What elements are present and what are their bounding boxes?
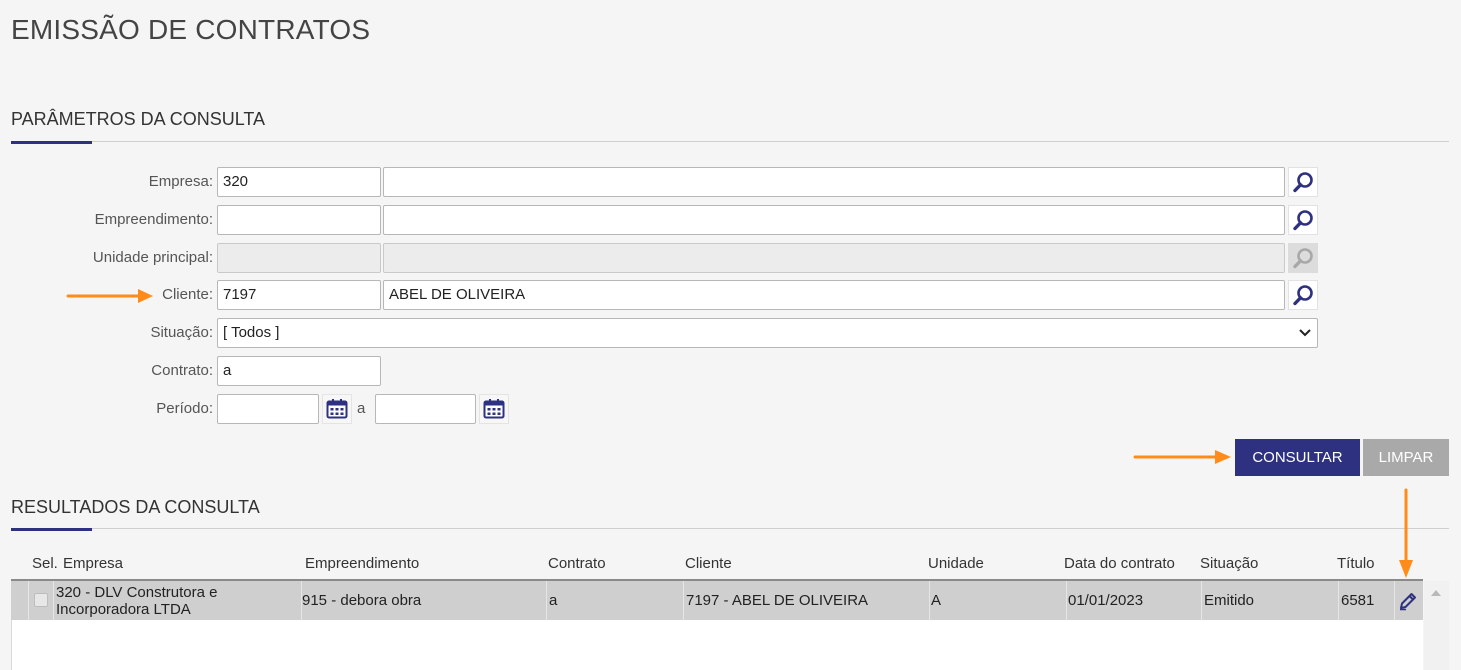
pencil-icon (1400, 593, 1416, 611)
situacao-selected-value: [ Todos ] (223, 324, 280, 341)
contrato-input[interactable]: a (217, 356, 381, 386)
search-icon (1293, 210, 1313, 231)
cell-empresa-line1: 320 - DLV Construtora e (56, 583, 218, 601)
empreendimento-label: Empreendimento: (94, 211, 213, 228)
periodo-to-calendar-button[interactable] (479, 394, 509, 424)
cliente-name-input[interactable]: ABEL DE OLIVEIRA (383, 280, 1285, 310)
cell-separator (1066, 581, 1067, 620)
situacao-select[interactable]: [ Todos ] (217, 318, 1318, 348)
unidade-label: Unidade principal: (92, 249, 213, 266)
cell-separator (53, 581, 54, 620)
cell-separator (1201, 581, 1202, 620)
cell-empreendimento: 915 - debora obra (302, 592, 422, 609)
column-header-titulo[interactable]: Título (1337, 552, 1375, 576)
empreendimento-code-input[interactable] (217, 205, 381, 235)
periodo-from-input[interactable] (217, 394, 319, 424)
periodo-separator: a (357, 400, 366, 417)
search-icon (1293, 285, 1313, 306)
empresa-label: Empresa: (148, 173, 213, 190)
cell-empresa-line2: Incorporadora LTDA (56, 600, 191, 618)
results-section-accent (11, 528, 92, 531)
results-section-divider (11, 528, 1449, 529)
empreendimento-name-input[interactable] (383, 205, 1285, 235)
contrato-label: Contrato: (151, 362, 213, 379)
edit-button[interactable] (1397, 590, 1419, 612)
unidade-name-input (383, 243, 1285, 273)
unidade-code-input (217, 243, 381, 273)
cell-titulo: 6581 (1341, 592, 1375, 609)
cell-separator (28, 581, 29, 620)
column-header-unidade[interactable]: Unidade (928, 552, 984, 576)
results-section-title: RESULTADOS DA CONSULTA (11, 497, 260, 517)
column-header-empresa[interactable]: Empresa (63, 552, 123, 576)
situacao-label: Situação: (150, 324, 213, 341)
column-header-sel: Sel. (32, 555, 58, 572)
cell-data: 01/01/2023 (1068, 592, 1144, 609)
cliente-label: Cliente: (162, 286, 213, 303)
annotation-arrow-edit (1399, 488, 1413, 578)
search-icon (1293, 172, 1313, 193)
empresa-name-input[interactable] (383, 167, 1285, 197)
params-section-divider (11, 141, 1449, 142)
row-select-checkbox[interactable] (34, 593, 48, 607)
chevron-down-icon (1299, 329, 1311, 337)
limpar-button[interactable]: LIMPAR (1363, 439, 1449, 476)
periodo-to-input[interactable] (375, 394, 476, 424)
empresa-search-button[interactable] (1288, 167, 1318, 197)
cell-cliente: 7197 - ABEL DE OLIVEIRA (686, 592, 869, 609)
column-header-situacao[interactable]: Situação (1200, 552, 1258, 576)
table-body-empty-area (11, 620, 1423, 670)
cell-situacao: Emitido (1204, 592, 1255, 609)
cliente-code-input[interactable]: 7197 (217, 280, 381, 310)
search-icon (1293, 248, 1313, 269)
column-header-empreendimento[interactable]: Empreendimento (305, 552, 419, 576)
params-section-title: PARÂMETROS DA CONSULTA (11, 109, 266, 129)
page-title: EMISSÃO DE CONTRATOS (11, 14, 371, 45)
cell-separator (1394, 581, 1395, 620)
params-section-accent (11, 141, 92, 144)
annotation-arrow-consultar (1133, 450, 1231, 464)
calendar-icon (483, 399, 505, 419)
cell-separator (1338, 581, 1339, 620)
scroll-up-icon[interactable] (1430, 589, 1442, 597)
column-header-data[interactable]: Data do contrato (1064, 552, 1175, 576)
empresa-code-input[interactable]: 320 (217, 167, 381, 197)
column-header-cliente[interactable]: Cliente (685, 552, 732, 576)
cell-empresa: 320 - DLV Construtora e Incorporadora LT… (56, 581, 217, 620)
cell-separator (683, 581, 684, 620)
periodo-label: Período: (156, 400, 213, 417)
cliente-search-button[interactable] (1288, 280, 1318, 310)
empreendimento-search-button[interactable] (1288, 205, 1318, 235)
unidade-search-button (1288, 243, 1318, 273)
consultar-button[interactable]: CONSULTAR (1235, 439, 1360, 476)
column-header-contrato[interactable]: Contrato (548, 552, 606, 576)
cell-unidade: A (931, 592, 942, 609)
periodo-from-calendar-button[interactable] (322, 394, 352, 424)
cell-contrato: a (549, 592, 558, 609)
cell-separator (546, 581, 547, 620)
cell-separator (929, 581, 930, 620)
calendar-icon (326, 399, 348, 419)
